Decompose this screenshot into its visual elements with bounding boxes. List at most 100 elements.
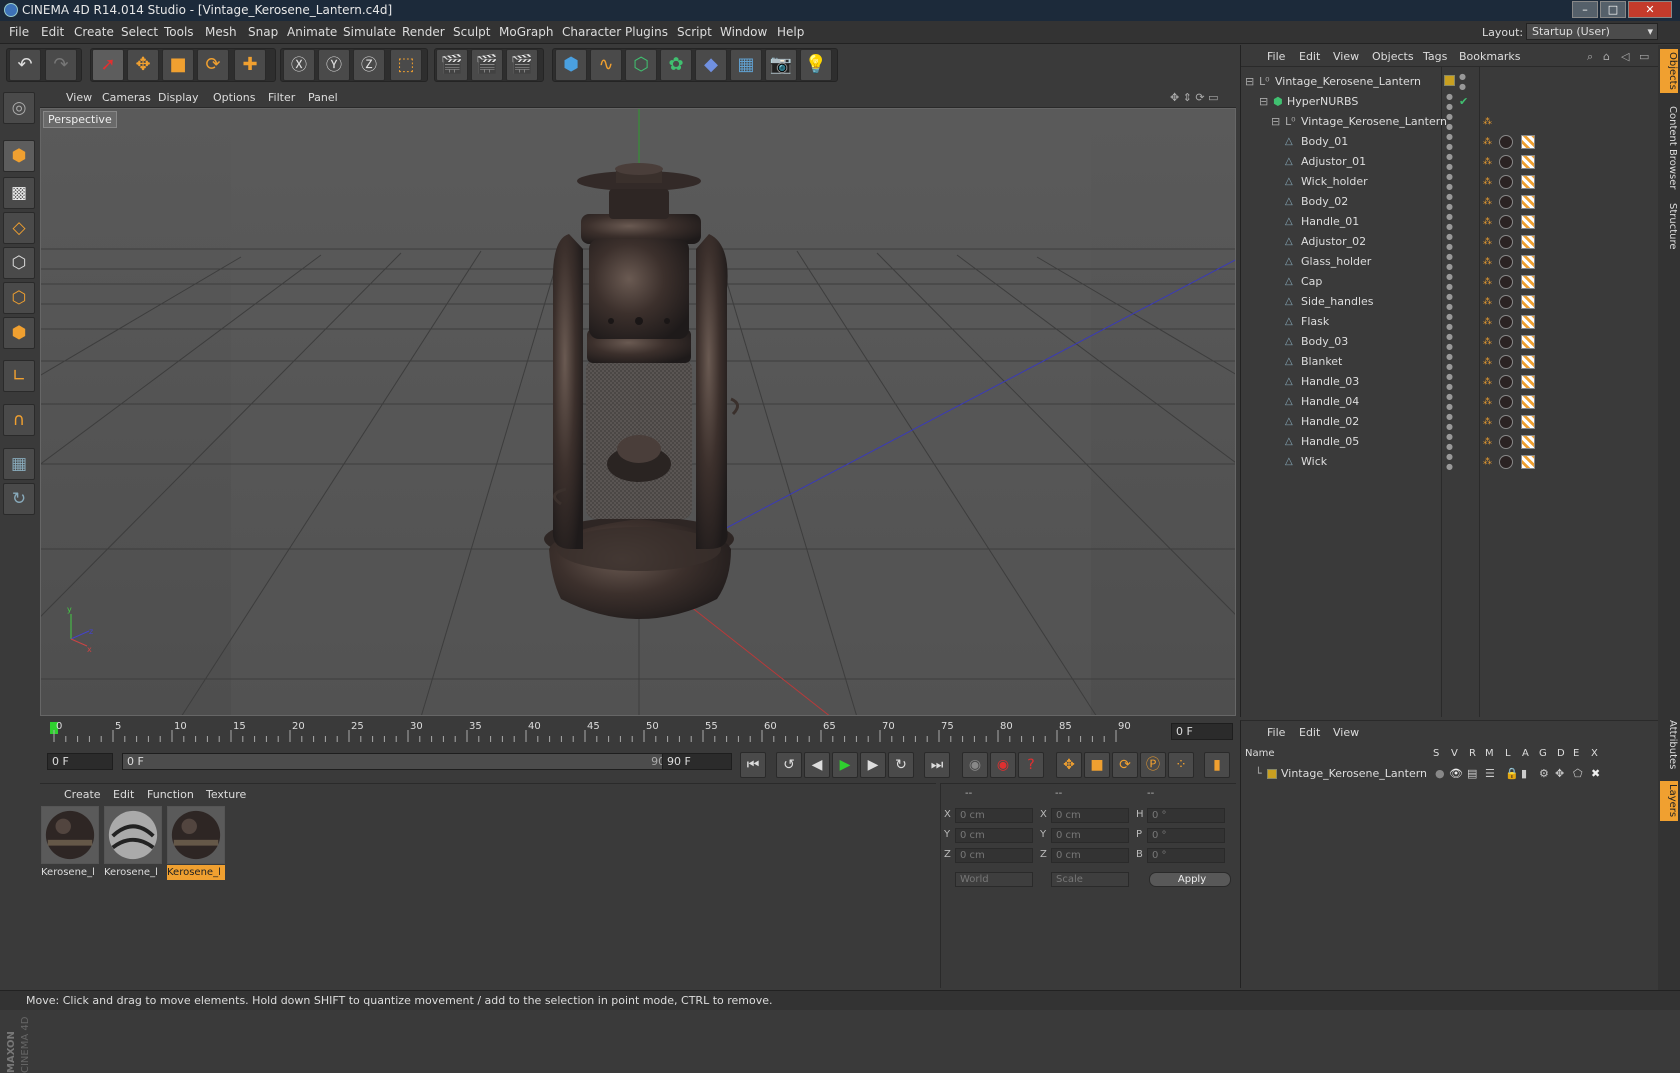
phong-tag-icon[interactable]: ⁂ bbox=[1483, 192, 1492, 212]
coordinate-system-icon[interactable]: ⬚ bbox=[390, 49, 422, 81]
menu-window[interactable]: Window bbox=[720, 25, 767, 39]
coordinate-space-dropdown[interactable]: World bbox=[955, 872, 1033, 887]
object-menu-objects[interactable]: Objects bbox=[1372, 50, 1414, 63]
layer-menu-edit[interactable]: Edit bbox=[1299, 726, 1320, 739]
make-editable-icon[interactable]: ◎ bbox=[3, 92, 35, 124]
close-button[interactable]: ✕ bbox=[1628, 1, 1672, 18]
phong-tag-icon[interactable]: ⁂ bbox=[1483, 292, 1492, 312]
object-menu-edit[interactable]: Edit bbox=[1299, 50, 1320, 63]
rotation-b-field[interactable]: 0 ° bbox=[1147, 848, 1225, 863]
render-picture-viewer-icon[interactable]: 🎬 bbox=[471, 49, 503, 81]
3d-viewport[interactable]: y z x Perspective bbox=[40, 108, 1236, 716]
layer-lock-icon[interactable]: 🔒 bbox=[1505, 765, 1519, 783]
position-z-field[interactable]: 0 cm bbox=[955, 848, 1033, 863]
object-row[interactable]: △ Handle_05 ● ● ⁂ bbox=[1241, 432, 1659, 452]
uvw-tag-icon[interactable] bbox=[1521, 395, 1535, 409]
go-to-end-icon[interactable]: ⏭ bbox=[924, 752, 950, 778]
material-swatch-selected[interactable]: Kerosene_l bbox=[167, 806, 225, 882]
object-row[interactable]: △ Adjustor_01 ● ● ⁂ bbox=[1241, 152, 1659, 172]
phong-tag-icon[interactable]: ⁂ bbox=[1483, 232, 1492, 252]
uvw-tag-icon[interactable] bbox=[1521, 315, 1535, 329]
array-object-icon[interactable]: ✿ bbox=[660, 49, 692, 81]
object-row[interactable]: △ Handle_03 ● ● ⁂ bbox=[1241, 372, 1659, 392]
layer-col-solo[interactable]: S bbox=[1433, 748, 1439, 759]
uvw-tag-icon[interactable] bbox=[1521, 455, 1535, 469]
x-axis-lock-icon[interactable]: Ⓧ bbox=[283, 49, 315, 81]
menu-file[interactable]: File bbox=[9, 25, 29, 39]
autokeying-icon[interactable]: ◉ bbox=[990, 752, 1016, 778]
material-swatch[interactable]: Kerosene_l bbox=[104, 806, 162, 882]
visibility-dots-icon[interactable]: ● ● bbox=[1446, 432, 1453, 452]
menu-render[interactable]: Render bbox=[402, 25, 445, 39]
material-tag-icon[interactable] bbox=[1499, 215, 1513, 229]
menu-snap[interactable]: Snap bbox=[248, 25, 278, 39]
viewport-nav-icons[interactable]: ✥ ⇕ ⟳ ▭ bbox=[1170, 91, 1219, 104]
visibility-dots-icon[interactable]: ● ● bbox=[1446, 252, 1453, 272]
menu-animate[interactable]: Animate bbox=[287, 25, 337, 39]
phong-tag-icon[interactable]: ⁂ bbox=[1483, 332, 1492, 352]
phong-tag-icon[interactable]: ⁂ bbox=[1483, 172, 1492, 192]
rotation-h-field[interactable]: 0 ° bbox=[1147, 808, 1225, 823]
rotate-tool-icon[interactable]: ⟳ bbox=[197, 49, 229, 81]
visibility-dots-icon[interactable]: ● ● bbox=[1446, 192, 1453, 212]
material-menu-create[interactable]: Create bbox=[64, 788, 101, 801]
uvw-tag-icon[interactable] bbox=[1521, 235, 1535, 249]
material-tag-icon[interactable] bbox=[1499, 355, 1513, 369]
home-icon[interactable]: ⌂ bbox=[1603, 50, 1610, 63]
play-icon[interactable]: ▶ bbox=[832, 752, 858, 778]
floor-object-icon[interactable]: ▦ bbox=[730, 49, 762, 81]
visibility-dots-icon[interactable]: ● ● bbox=[1446, 392, 1453, 412]
apply-button[interactable]: Apply bbox=[1149, 872, 1231, 887]
layer-menu-file[interactable]: File bbox=[1267, 726, 1285, 739]
phong-tag-icon[interactable]: ⁂ bbox=[1483, 452, 1492, 472]
workplane-lock-icon[interactable]: ▦ bbox=[3, 448, 35, 480]
material-tag-icon[interactable] bbox=[1499, 395, 1513, 409]
uvw-tag-icon[interactable] bbox=[1521, 355, 1535, 369]
layer-row[interactable]: └ Vintage_Kerosene_Lantern ● 👁 ▤ ☰ 🔒 ▮ ⚙… bbox=[1241, 765, 1659, 783]
tab-content-browser[interactable]: Content Browser bbox=[1660, 101, 1678, 195]
menu-script[interactable]: Script bbox=[677, 25, 712, 39]
layer-col-name[interactable]: Name bbox=[1245, 748, 1275, 759]
phong-tag-icon[interactable]: ⁂ bbox=[1483, 132, 1492, 152]
tab-attributes[interactable]: Attributes bbox=[1660, 715, 1678, 775]
object-row[interactable]: △ Cap ● ● ⁂ bbox=[1241, 272, 1659, 292]
layer-col-view[interactable]: V bbox=[1451, 748, 1458, 759]
layer-col-animation[interactable]: A bbox=[1522, 748, 1529, 759]
visibility-dots-icon[interactable]: ● ● bbox=[1446, 132, 1453, 152]
visibility-dots-icon[interactable]: ● ● bbox=[1446, 352, 1453, 372]
position-y-field[interactable]: 0 cm bbox=[955, 828, 1033, 843]
material-tag-icon[interactable] bbox=[1499, 375, 1513, 389]
visibility-dots-icon[interactable]: ● ● bbox=[1446, 412, 1453, 432]
layer-col-xref[interactable]: X bbox=[1591, 748, 1598, 759]
material-tag-icon[interactable] bbox=[1499, 435, 1513, 449]
redo-icon[interactable]: ↷ bbox=[45, 49, 77, 81]
camera-object-icon[interactable]: 📷 bbox=[765, 49, 797, 81]
material-tag-icon[interactable] bbox=[1499, 175, 1513, 189]
layer-generators-icon[interactable]: ⚙ bbox=[1539, 765, 1549, 783]
collapse-icon[interactable]: ◁ bbox=[1621, 50, 1629, 63]
model-mode-icon[interactable]: ⬢ bbox=[3, 140, 35, 172]
menu-plugins[interactable]: Plugins bbox=[625, 25, 668, 39]
keyframe-selection-icon[interactable]: ? bbox=[1018, 752, 1044, 778]
layer-menu-view[interactable]: View bbox=[1333, 726, 1359, 739]
move-tool-icon[interactable]: ✥ bbox=[127, 49, 159, 81]
phong-tag-icon[interactable]: ⁂ bbox=[1483, 392, 1492, 412]
object-row[interactable]: △ Body_01 ● ● ⁂ bbox=[1241, 132, 1659, 152]
object-menu-tags[interactable]: Tags bbox=[1423, 50, 1447, 63]
phong-tag-icon[interactable]: ⁂ bbox=[1483, 412, 1492, 432]
layer-render-icon[interactable]: ▤ bbox=[1467, 765, 1477, 783]
material-tag-icon[interactable] bbox=[1499, 415, 1513, 429]
menu-mograph[interactable]: MoGraph bbox=[499, 25, 554, 39]
points-mode-icon[interactable]: ⬡ bbox=[3, 247, 35, 279]
collapse-toggle-icon[interactable]: ⊟ bbox=[1259, 92, 1268, 112]
object-row[interactable]: △ Blanket ● ● ⁂ bbox=[1241, 352, 1659, 372]
object-row[interactable]: △ Side_handles ● ● ⁂ bbox=[1241, 292, 1659, 312]
record-scale-icon[interactable]: ■ bbox=[1084, 752, 1110, 778]
record-parameter-icon[interactable]: Ⓟ bbox=[1140, 752, 1166, 778]
visibility-dots-icon[interactable]: ● ● bbox=[1446, 172, 1453, 192]
visibility-dots-icon[interactable]: ● ● bbox=[1446, 372, 1453, 392]
layer-expressions-icon[interactable]: ⬠ bbox=[1573, 765, 1583, 783]
uvw-tag-icon[interactable] bbox=[1521, 335, 1535, 349]
search-icon[interactable]: ⌕ bbox=[1587, 50, 1593, 64]
material-tag-icon[interactable] bbox=[1499, 455, 1513, 469]
